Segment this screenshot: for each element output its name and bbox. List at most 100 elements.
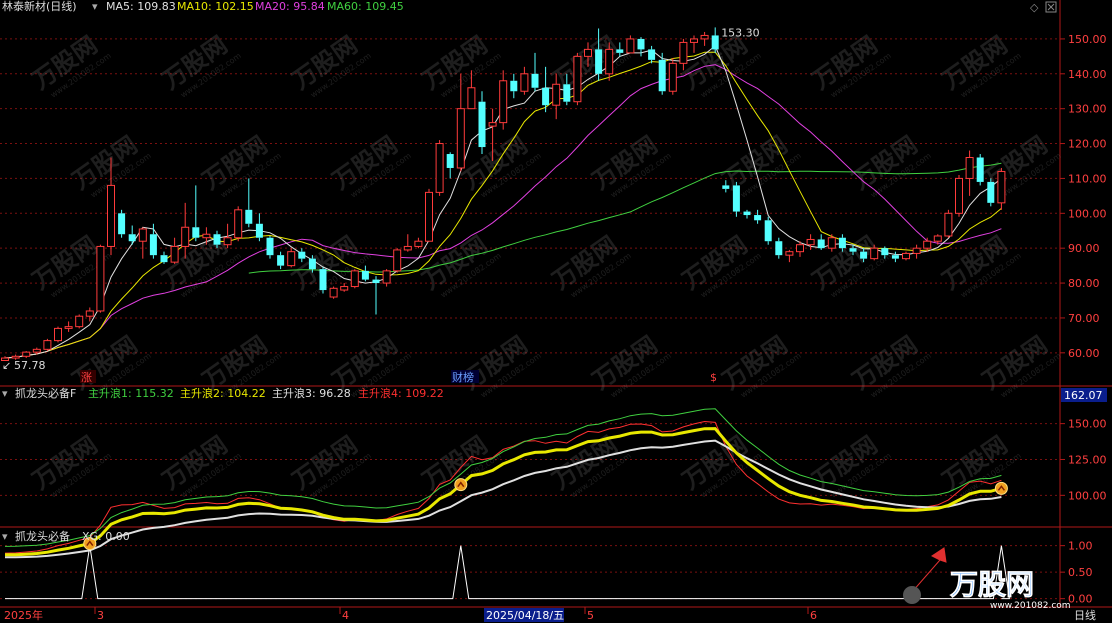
watermark-tile: 万股网www.201082.com	[937, 231, 1023, 300]
candle	[414, 237, 423, 249]
candle	[329, 286, 338, 299]
legend-ma60: MA60: 109.45	[327, 0, 404, 13]
watermark-tile: 万股网www.201082.com	[717, 331, 803, 400]
ind-legend-2: 主升浪2: 104.22	[180, 386, 266, 400]
y-axis-ticks: 60.00 70.00 80.00 90.00 100.00 110.00 120.00 13…	[1060, 33, 1107, 606]
candle	[118, 209, 126, 238]
legend-ma10: MA10: 102.15	[177, 0, 254, 13]
candle	[192, 185, 200, 242]
candle	[997, 167, 1006, 210]
watermark-tile: 万股网www.201082.com	[417, 431, 503, 500]
candle	[446, 152, 454, 179]
candle	[732, 181, 740, 217]
candle	[806, 234, 815, 250]
candle	[912, 244, 921, 259]
candle	[510, 73, 518, 99]
ind-current-value: 162.07	[1064, 389, 1103, 402]
candle	[128, 225, 136, 245]
watermark-tile: 万股网www.201082.com	[157, 431, 243, 500]
logo-brand-text: 万股网	[950, 568, 1034, 601]
ind-legend-1: 主升浪1: 115.32	[88, 386, 174, 400]
candle	[754, 209, 762, 224]
watermark-tile: 万股网www.201082.com	[807, 431, 893, 500]
candle	[340, 283, 349, 292]
candle	[775, 237, 783, 259]
y-tick-label: 140.00	[1068, 68, 1107, 81]
y-tick-label: 60.00	[1068, 347, 1100, 360]
brand-logo: 万股网 www.201082.com	[903, 547, 1071, 611]
candle	[245, 178, 253, 228]
xg-bullet-icon[interactable]: ▾	[2, 530, 8, 543]
candle	[54, 326, 62, 343]
candle	[382, 269, 391, 287]
candle	[955, 174, 963, 217]
zhang-badge[interactable]: 涨	[81, 371, 92, 384]
logo-mascot-icon	[903, 586, 921, 604]
candle	[361, 265, 369, 282]
ind-legend-3: 主升浪3: 96.28	[272, 386, 351, 400]
candle	[520, 66, 529, 95]
xg-title: 抓龙头必备	[15, 529, 70, 543]
y-tick-label: 130.00	[1068, 103, 1107, 116]
candle	[287, 248, 296, 268]
y-tick-label: 150.00	[1068, 418, 1107, 431]
candle	[350, 269, 359, 289]
candle	[690, 35, 698, 53]
s-marker[interactable]: $	[710, 371, 717, 384]
candle	[138, 227, 147, 259]
y-tick-label: 100.00	[1068, 207, 1107, 220]
candle	[234, 206, 243, 242]
watermark-tile: 万股网www.201082.com	[197, 131, 283, 200]
candle	[170, 237, 179, 264]
chart-title: 林泰新材(日线)	[2, 0, 77, 13]
ind-legend-4: 主升浪4: 109.22	[358, 386, 444, 400]
candle	[266, 235, 274, 259]
candle	[499, 70, 508, 130]
candle	[478, 91, 486, 155]
candle	[700, 31, 709, 46]
x-axis: 2025年 3 4 2025/04/18/五 5 6 日线	[0, 606, 1096, 622]
x-label-month-6: 6	[810, 609, 817, 622]
candle	[764, 216, 772, 245]
y-tick-label: 100.00	[1068, 489, 1107, 502]
legend-bullet-icon[interactable]: ▾	[92, 0, 98, 13]
y-tick-label: 1.00	[1068, 540, 1093, 553]
cursor-date: 2025/04/18/五	[486, 609, 564, 622]
watermark-tile: 万股网www.201082.com	[327, 131, 413, 200]
signal-markers	[83, 478, 1008, 551]
ind-title: 抓龙头必备F	[15, 386, 76, 400]
x-label-month-3: 3	[97, 609, 104, 622]
watermark-tile: 万股网www.201082.com	[587, 331, 673, 400]
caibang-badge[interactable]: 财榜	[452, 370, 474, 384]
stock-chart[interactable]: 万股网www.201082.com 万股网www.201082.com 万股网www…	[0, 0, 1112, 623]
ind-bullet-icon[interactable]: ▾	[2, 387, 8, 400]
candle	[785, 249, 794, 263]
watermark-tile: 万股网www.201082.com	[717, 131, 803, 200]
candle	[43, 338, 52, 352]
candle	[531, 52, 539, 92]
candle	[637, 37, 645, 57]
period-label[interactable]: 日线	[1074, 608, 1096, 622]
y-tick-label: 90.00	[1068, 242, 1100, 255]
settings-diamond-icon[interactable]: ◇	[1030, 1, 1039, 14]
watermark-tile: 万股网www.201082.com	[977, 331, 1063, 400]
logo-brand-url: www.201082.com	[990, 601, 1071, 611]
candle	[944, 209, 953, 238]
x-label-year: 2025年	[4, 608, 43, 622]
candle	[403, 234, 412, 252]
candle	[711, 27, 719, 53]
y-tick-label: 110.00	[1068, 172, 1107, 185]
candle	[255, 213, 263, 242]
watermark-tile: 万股网www.201082.com	[677, 231, 763, 300]
candle	[891, 251, 899, 263]
watermark-tile: 万股网www.201082.com	[587, 131, 673, 200]
candle	[22, 351, 31, 359]
candle	[965, 150, 974, 196]
y-tick-label: 0.00	[1068, 593, 1093, 606]
candle	[987, 178, 995, 207]
candle	[817, 234, 825, 250]
watermark-tile: 万股网www.201082.com	[457, 331, 543, 400]
candle	[648, 45, 656, 64]
candle	[393, 248, 402, 273]
candle	[425, 188, 433, 242]
